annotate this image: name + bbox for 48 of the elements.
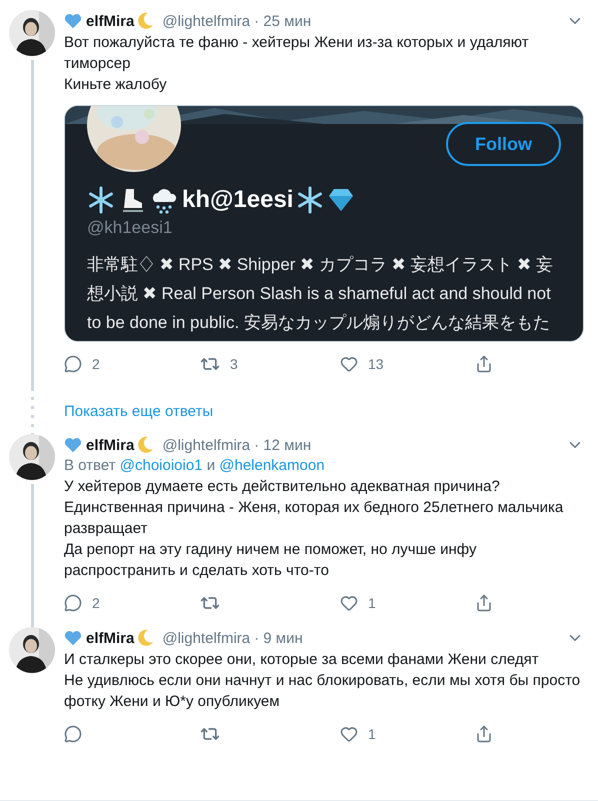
like-icon[interactable]	[340, 594, 358, 612]
like-icon[interactable]	[340, 355, 358, 373]
tweet-text: У хейтеров думаете есть действительно адекватная причина?	[64, 477, 501, 497]
heart-icon	[64, 13, 82, 29]
mention-link[interactable]: @helenkamoon	[219, 457, 325, 474]
profile-bio: 非常駐♢ ✖ RPS ✖ Shipper ✖ カプコラ ✖ 妄想イラスト ✖ 妄想小説 ✖ Real Person Slash is a shameful act and should not to be done in public. 安易なカップル煽りがどんな結果をもた	[86, 254, 554, 334]
reply-count: 2	[92, 356, 100, 372]
follow-button[interactable]: Follow	[446, 122, 561, 166]
user-name[interactable]: elfMira	[86, 630, 134, 646]
snowflake-icon	[87, 186, 115, 214]
gem-icon	[327, 187, 356, 213]
profile-handle: @kh1eesi1	[86, 217, 174, 238]
share-icon[interactable]	[475, 355, 493, 373]
tweet-text: Единственная причина - Женя, которая их бедного 25летнего мальчика развращает	[64, 498, 564, 539]
mention-link[interactable]: @choioioio1	[120, 457, 203, 474]
reply-icon[interactable]	[64, 725, 82, 743]
reply-icon[interactable]	[64, 594, 82, 612]
share-icon[interactable]	[475, 594, 493, 612]
like-icon[interactable]	[340, 725, 358, 743]
tweet-time[interactable]: · 12 мин	[254, 436, 312, 454]
tweet-text: Вот пожалуйста те фаню - хейтеры Жени из-за которых и удаляют тиморсер	[64, 33, 530, 74]
tweet-text: Не удивлюсь если они начнут и нас блокировать, если мы хотя бы просто фотку Жени и Ю*у опубликуем	[64, 671, 582, 712]
retweet-count: 3	[230, 356, 238, 372]
like-count: 1	[368, 726, 376, 742]
tweet-time[interactable]: · 25 мин	[254, 12, 312, 30]
reply-icon[interactable]	[64, 355, 82, 373]
user-handle[interactable]: @lightelfmira	[162, 436, 250, 454]
moon-icon	[138, 12, 154, 30]
tweet-time[interactable]: · 9 мин	[254, 630, 303, 646]
user-handle[interactable]: @lightelfmira	[162, 12, 250, 30]
display-name: kh@1eesi	[182, 186, 294, 214]
user-handle[interactable]: @lightelfmira	[162, 630, 250, 646]
like-count: 13	[368, 356, 384, 372]
heart-icon	[64, 437, 82, 453]
reply-count: 2	[92, 595, 100, 611]
tweet-text: Да репорт на эту гадину ничем не поможет, но лучше инфу распространить и сделать хоть что-то	[64, 540, 478, 581]
user-name[interactable]: elfMira	[86, 12, 134, 30]
heart-icon	[64, 630, 82, 646]
user-name[interactable]: elfMira	[86, 436, 134, 454]
moon-icon	[138, 629, 154, 647]
moon-icon	[138, 436, 154, 454]
like-count: 1	[368, 595, 376, 611]
show-more-replies-link[interactable]: Показать еще ответы	[64, 402, 598, 420]
snowflake-icon	[296, 186, 324, 214]
share-icon[interactable]	[475, 725, 493, 743]
tweet-text: И сталкеры это скорее они, которые за всеми фанами Жени следят	[64, 650, 540, 670]
reply-context: В ответ @choioioio1 и @helenkamoon	[64, 456, 326, 476]
tweet-text: Киньте жалобу	[64, 75, 168, 95]
